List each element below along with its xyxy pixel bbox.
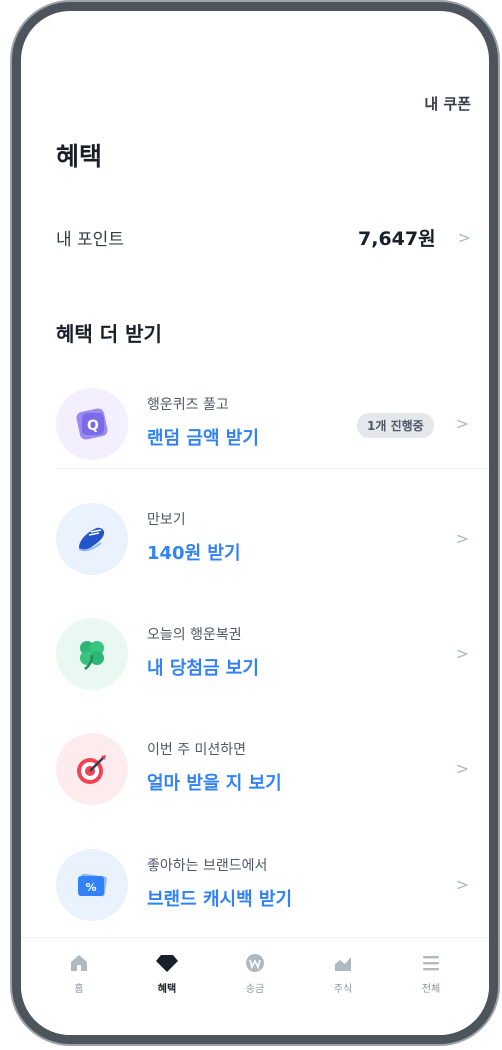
in-progress-badge: 1개 진행중 xyxy=(357,413,434,438)
divider xyxy=(56,468,489,469)
item-texts: 이번 주 미션하면 얼마 받을 지 보기 xyxy=(147,739,282,795)
benefit-item-weekly-mission[interactable]: 이번 주 미션하면 얼마 받을 지 보기 > xyxy=(21,721,489,817)
item-subtitle: 만보기 xyxy=(147,512,186,528)
tab-benefits[interactable]: 혜택 xyxy=(137,952,197,1035)
item-title: 내 당첨금 보기 xyxy=(147,658,259,679)
tab-transfer[interactable]: 송금 xyxy=(225,952,285,1035)
page-title: 혜택 xyxy=(56,142,103,171)
percent-card-icon: % xyxy=(56,849,128,921)
tab-label: 홈 xyxy=(74,984,84,995)
item-texts: 좋아하는 브랜드에서 브랜드 캐시백 받기 xyxy=(147,855,292,911)
chevron-right-icon: > xyxy=(455,414,469,433)
chevron-right-icon: > xyxy=(455,529,469,548)
item-title: 140원 받기 xyxy=(147,543,241,564)
menu-icon xyxy=(423,956,439,971)
my-coupon-link[interactable]: 내 쿠폰 xyxy=(424,93,471,114)
section-title: 혜택 더 받기 xyxy=(56,322,162,346)
item-texts: 만보기 140원 받기 xyxy=(147,509,241,565)
tab-home[interactable]: 홈 xyxy=(49,952,109,1035)
target-icon xyxy=(56,733,128,805)
won-coin-icon xyxy=(246,954,264,972)
benefit-item-lucky-quiz[interactable]: Q 행운퀴즈 풀고 랜덤 금액 받기 1개 진행중 > xyxy=(21,376,489,472)
points-right: 7,647원 > xyxy=(358,224,471,251)
screen: 내 쿠폰 혜택 내 포인트 7,647원 > 혜택 더 받기 Q 행운퀴즈 풀고… xyxy=(21,11,489,1035)
svg-text:Q: Q xyxy=(87,418,99,434)
clover-icon xyxy=(56,618,128,690)
item-texts: 행운퀴즈 풀고 랜덤 금액 받기 xyxy=(147,394,259,450)
item-title: 얼마 받을 지 보기 xyxy=(147,773,282,794)
item-title: 랜덤 금액 받기 xyxy=(147,428,259,449)
my-points-row[interactable]: 내 포인트 7,647원 > xyxy=(56,217,471,257)
chart-icon xyxy=(335,957,351,971)
points-value: 7,647원 xyxy=(358,227,436,250)
tab-stocks[interactable]: 주식 xyxy=(313,952,373,1035)
tab-label: 전체 xyxy=(421,984,441,995)
tab-label: 송금 xyxy=(245,984,265,995)
benefit-item-pedometer[interactable]: 만보기 140원 받기 > xyxy=(21,491,489,587)
tab-all[interactable]: 전체 xyxy=(401,952,461,1035)
phone-frame: 내 쿠폰 혜택 내 포인트 7,647원 > 혜택 더 받기 Q 행운퀴즈 풀고… xyxy=(12,2,498,1044)
item-title: 브랜드 캐시백 받기 xyxy=(147,889,293,910)
home-icon xyxy=(71,955,87,971)
benefit-item-lucky-lottery[interactable]: 오늘의 행운복권 내 당첨금 보기 > xyxy=(21,606,489,702)
item-subtitle: 좋아하는 브랜드에서 xyxy=(147,858,268,874)
tab-label: 주식 xyxy=(333,984,353,995)
diamond-icon xyxy=(156,955,178,972)
chevron-right-icon: > xyxy=(455,875,469,894)
tab-label: 혜택 xyxy=(157,984,177,995)
chevron-right-icon: > xyxy=(455,759,469,778)
bottom-tab-bar: 홈 혜택 송금 주식 전체 xyxy=(21,937,489,1035)
quiz-q-icon: Q xyxy=(56,388,128,460)
chevron-right-icon: > xyxy=(457,227,471,247)
chevron-right-icon: > xyxy=(455,644,469,663)
item-subtitle: 오늘의 행운복권 xyxy=(147,627,242,643)
points-label: 내 포인트 xyxy=(56,229,124,250)
item-texts: 오늘의 행운복권 내 당첨금 보기 xyxy=(147,624,259,680)
item-subtitle: 이번 주 미션하면 xyxy=(147,742,247,758)
shoe-icon xyxy=(56,503,128,575)
item-subtitle: 행운퀴즈 풀고 xyxy=(147,397,229,413)
svg-text:%: % xyxy=(85,881,96,894)
benefit-item-brand-cashback[interactable]: % 좋아하는 브랜드에서 브랜드 캐시백 받기 > xyxy=(21,837,489,933)
